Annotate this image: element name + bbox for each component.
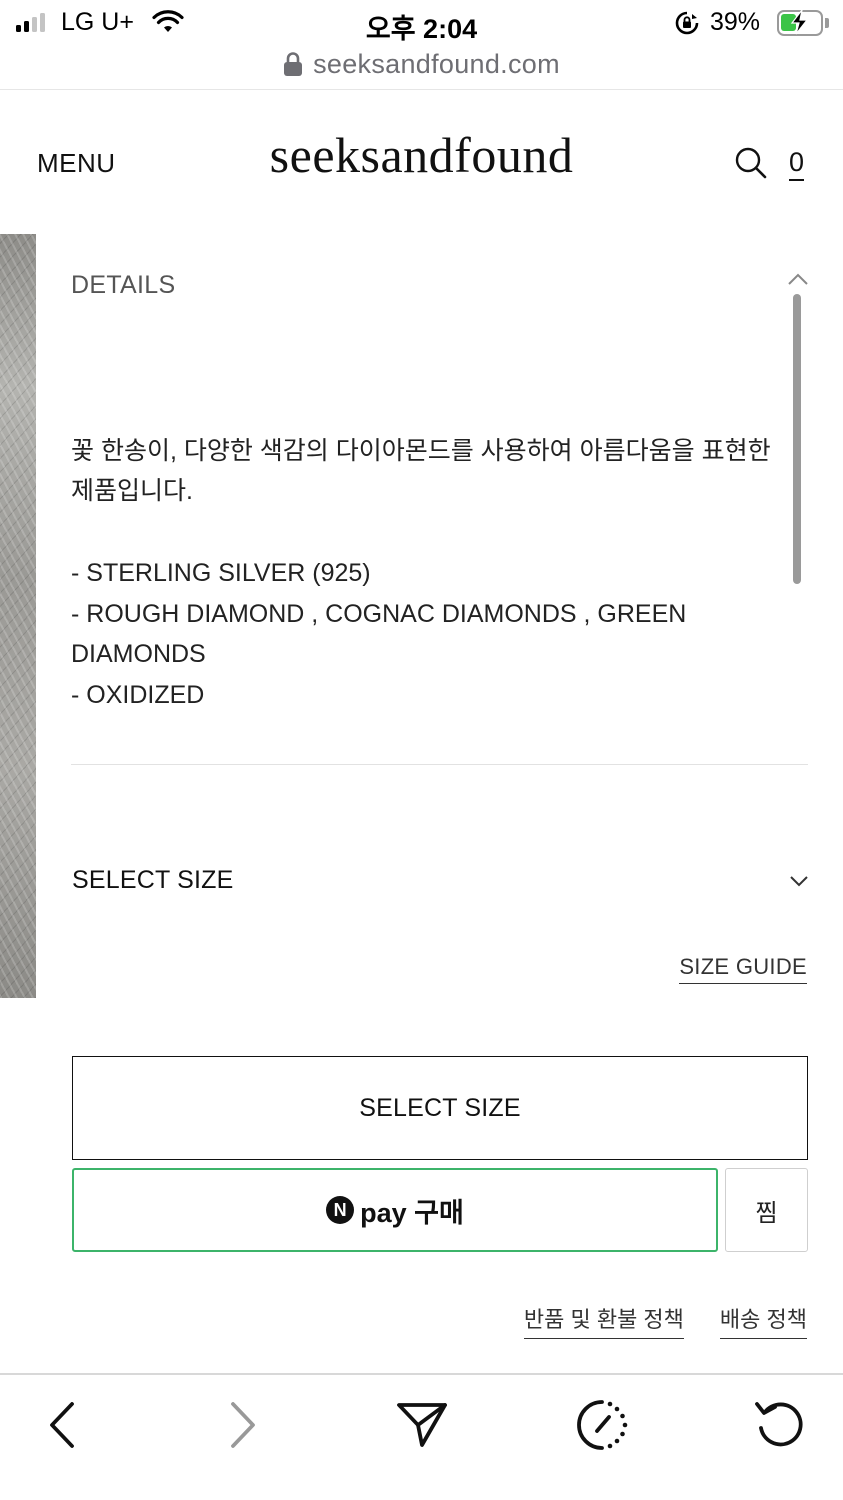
battery-percentage: 39% xyxy=(710,8,761,36)
scrollbar[interactable] xyxy=(793,294,801,584)
chevron-up-icon[interactable] xyxy=(787,272,809,286)
browser-toolbar xyxy=(0,1375,843,1500)
timer-button[interactable] xyxy=(572,1395,632,1455)
product-description: 꽃 한송이, 다양한 색감의 다이아몬드를 사용하여 아름다움을 표현한 제품입… xyxy=(71,437,771,505)
select-size-button[interactable]: SELECT SIZE xyxy=(72,1056,808,1160)
search-icon[interactable] xyxy=(734,146,768,180)
battery-tip xyxy=(825,18,829,28)
reload-icon xyxy=(755,1402,803,1447)
npay-label: pay 구매 xyxy=(360,1197,464,1228)
site-logo[interactable]: seeksandfound xyxy=(0,126,843,184)
address-bar[interactable]: seeksandfound.com xyxy=(0,46,843,82)
size-dropdown[interactable]: SELECT SIZE xyxy=(72,866,234,895)
wishlist-button[interactable]: 찜 xyxy=(725,1168,808,1252)
rotation-lock-icon xyxy=(675,11,699,35)
url-text: seeksandfound.com xyxy=(313,48,560,79)
cart-count[interactable]: 0 xyxy=(789,147,805,181)
material-list: - STERLING SILVER (925) - ROUGH DIAMOND … xyxy=(71,553,771,715)
product-image xyxy=(0,234,36,998)
back-button[interactable] xyxy=(32,1395,92,1455)
details-heading[interactable]: DETAILS xyxy=(71,271,175,300)
naver-pay-icon: N xyxy=(326,1196,355,1224)
material-item: - ROUGH DIAMOND , COGNAC DIAMONDS , GREE… xyxy=(71,599,687,669)
divider xyxy=(71,764,808,765)
divider xyxy=(0,89,843,90)
share-button[interactable] xyxy=(392,1395,452,1455)
battery-charging-icon xyxy=(777,9,823,36)
forward-button[interactable] xyxy=(213,1395,273,1455)
chevron-down-icon[interactable] xyxy=(789,874,809,888)
size-guide-link[interactable]: SIZE GUIDE xyxy=(679,954,807,984)
timer-icon xyxy=(577,1400,628,1450)
material-item: - OXIDIZED xyxy=(71,680,205,709)
lock-icon xyxy=(284,52,303,76)
npay-buy-button[interactable]: N pay 구매 xyxy=(72,1168,718,1252)
forward-icon xyxy=(231,1402,255,1448)
return-policy-link[interactable]: 반품 및 환불 정책 xyxy=(523,1302,684,1339)
share-icon xyxy=(397,1403,447,1447)
policy-links: 반품 및 환불 정책 배송 정책 xyxy=(523,1302,807,1339)
material-item: - STERLING SILVER (925) xyxy=(71,559,371,587)
shipping-policy-link[interactable]: 배송 정책 xyxy=(719,1302,807,1339)
back-icon xyxy=(50,1402,74,1448)
reload-button[interactable] xyxy=(750,1395,810,1455)
status-bar: LG U+ 오후 2:04 39% xyxy=(0,0,843,44)
